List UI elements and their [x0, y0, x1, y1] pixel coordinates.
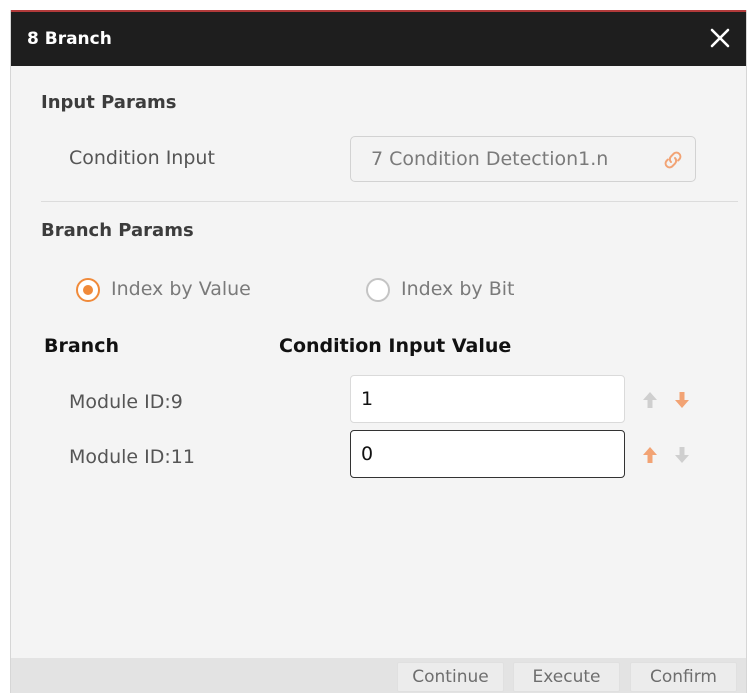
condition-input-label: Condition Input [69, 147, 215, 169]
move-down-arrow-icon[interactable] [673, 445, 691, 465]
condition-input-value: 7 Condition Detection1.n [371, 148, 609, 170]
execute-button[interactable]: Execute [513, 662, 620, 692]
move-up-arrow-icon[interactable] [641, 445, 659, 465]
condition-input-link-field[interactable]: 7 Condition Detection1.n [350, 136, 696, 182]
radio-index-by-bit[interactable] [366, 278, 390, 302]
branch-params-title: Branch Params [41, 220, 194, 241]
radio-index-by-value-label[interactable]: Index by Value [111, 278, 251, 300]
confirm-button[interactable]: Confirm [630, 662, 737, 692]
condition-value-column-header: Condition Input Value [279, 335, 512, 357]
close-icon[interactable] [708, 26, 732, 50]
dialog-title: 8 Branch [27, 29, 112, 49]
input-params-title: Input Params [41, 92, 177, 113]
branch-module-label: Module ID:9 [69, 391, 183, 413]
continue-button[interactable]: Continue [397, 662, 504, 692]
branch-column-header: Branch [44, 335, 119, 357]
condition-value-input[interactable] [350, 430, 625, 478]
condition-value-input[interactable] [350, 375, 625, 423]
move-up-arrow-icon[interactable] [641, 390, 659, 410]
link-icon[interactable] [661, 148, 685, 172]
radio-index-by-value[interactable] [76, 278, 100, 302]
radio-index-by-bit-label[interactable]: Index by Bit [401, 278, 514, 300]
section-divider [41, 201, 738, 202]
branch-module-label: Module ID:11 [69, 446, 195, 468]
title-bar: 8 Branch [11, 12, 746, 66]
move-down-arrow-icon[interactable] [673, 390, 691, 410]
branch-dialog: 8 Branch Input Params Condition Input 7 … [10, 10, 747, 693]
dialog-footer: Continue Execute Confirm [11, 658, 746, 693]
